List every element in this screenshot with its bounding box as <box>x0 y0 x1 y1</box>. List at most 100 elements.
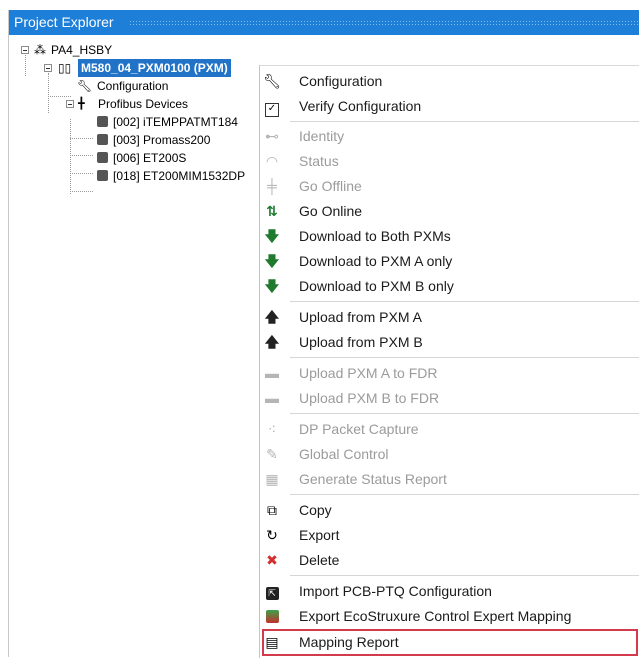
delete-icon: ✖ <box>266 552 278 568</box>
import-icon: ⇱ <box>260 579 284 604</box>
checkbox-icon: ✓ <box>260 94 284 119</box>
menu-item-upload-a[interactable]: 🡅 Upload from PXM A <box>260 305 639 330</box>
menu-item-generate-status-report[interactable]: ▦ Generate Status Report <box>260 467 639 492</box>
menu-item-label: Go Online <box>299 203 363 219</box>
menu-item-upload-b[interactable]: 🡅 Upload from PXM B <box>260 330 639 355</box>
menu-separator <box>290 575 639 576</box>
menu-item-label: Verify Configuration <box>299 98 422 114</box>
context-menu: 🔧︎ Configuration ✓ Verify Configuration … <box>259 65 639 658</box>
controller-icon: ▯▯ <box>58 61 72 75</box>
menu-item-label: Download to PXM A only <box>299 253 453 269</box>
tree-node-label: Profibus Devices <box>98 97 189 111</box>
tree-node-label: Configuration <box>97 79 169 93</box>
menu-item-label: Configuration <box>299 73 383 89</box>
menu-item-export[interactable]: ↻ Export <box>260 523 639 548</box>
menu-item-label: Go Offline <box>299 178 362 194</box>
tree-node-label: PA4_HSBY <box>51 43 113 57</box>
collapse-toggle-icon[interactable] <box>44 64 52 72</box>
tree-line <box>70 155 93 156</box>
export-icon: ↻ <box>266 527 278 543</box>
mapping-report-highlight <box>262 629 638 656</box>
menu-item-identity[interactable]: ⊷ Identity <box>260 124 639 149</box>
tree-node-label: [002] iTEMPPATMT184 <box>113 115 238 129</box>
go-offline-icon: ╪ <box>267 178 277 194</box>
network-icon: ⁂ <box>34 43 46 57</box>
upload-arrow-icon: 🡅 <box>264 334 280 350</box>
fdr-icon: ▬ <box>265 365 279 381</box>
tree-node-label: [006] ET200S <box>113 151 187 165</box>
menu-item-label: Status <box>299 153 339 169</box>
menu-item-label: Upload PXM B to FDR <box>299 390 440 406</box>
panel-title: Project Explorer <box>14 14 114 30</box>
collapse-toggle-icon[interactable] <box>21 46 29 54</box>
tree-line <box>48 96 71 97</box>
menu-item-label: Download to Both PXMs <box>299 228 451 244</box>
menu-separator <box>290 301 639 302</box>
report-icon: ▦ <box>265 471 279 487</box>
menu-item-download-b[interactable]: 🡇 Download to PXM B only <box>260 274 639 299</box>
tree-line <box>70 138 93 139</box>
menu-separator <box>290 494 639 495</box>
menu-item-global-control[interactable]: ✎ Global Control <box>260 442 639 467</box>
tree-node-label: [018] ET200MIM1532DP <box>113 169 246 183</box>
menu-item-go-offline[interactable]: ╪ Go Offline <box>260 174 639 199</box>
menu-item-dp-packet-capture[interactable]: ⁖ DP Packet Capture <box>260 417 639 442</box>
upload-arrow-icon: 🡅 <box>264 309 280 325</box>
menu-item-label: Global Control <box>299 446 389 462</box>
packet-capture-icon: ⁖ <box>267 421 277 437</box>
menu-item-status[interactable]: ◠ Status <box>260 149 639 174</box>
device-icon <box>97 170 108 181</box>
menu-item-label: DP Packet Capture <box>299 421 419 437</box>
menu-item-label: Upload from PXM B <box>299 334 423 350</box>
global-control-icon: ✎ <box>266 446 278 462</box>
menu-item-upload-b-fdr[interactable]: ▬ Upload PXM B to FDR <box>260 386 639 411</box>
device-icon <box>97 134 108 145</box>
collapse-toggle-icon[interactable] <box>66 100 74 108</box>
tree-line <box>70 191 93 192</box>
menu-item-go-online[interactable]: ⇅ Go Online <box>260 199 639 224</box>
tree-line <box>25 55 26 76</box>
menu-item-label: Import PCB-PTQ Configuration <box>299 583 492 599</box>
go-online-icon: ⇅ <box>266 203 278 219</box>
tree-line <box>48 73 49 113</box>
menu-item-copy[interactable]: ⧉ Copy <box>260 498 639 523</box>
tree-node-device[interactable]: [018] ET200MIM1532DP <box>97 167 245 185</box>
copy-icon: ⧉ <box>267 502 277 518</box>
device-icon <box>97 152 108 163</box>
menu-item-upload-a-fdr[interactable]: ▬ Upload PXM A to FDR <box>260 361 639 386</box>
menu-item-label: Download to PXM B only <box>299 278 454 294</box>
menu-item-import-pcb-ptq[interactable]: ⇱ Import PCB-PTQ Configuration <box>260 579 639 604</box>
menu-item-export-mapping[interactable]: Export EcoStruxure Control Expert Mappin… <box>260 604 639 629</box>
tree-node-device[interactable]: [003] Promass200 <box>97 131 210 149</box>
menu-item-label: Copy <box>299 502 332 518</box>
status-icon: ◠ <box>265 153 279 169</box>
menu-item-delete[interactable]: ✖ Delete <box>260 548 639 573</box>
menu-item-configuration[interactable]: 🔧︎ Configuration <box>260 69 639 94</box>
bus-icon: ╋ <box>78 98 85 110</box>
export-mapping-icon <box>260 604 284 629</box>
menu-separator <box>290 357 639 358</box>
fdr-icon: ▬ <box>265 390 279 406</box>
wrench-icon: 🔧︎ <box>263 73 281 89</box>
tree-node-device[interactable]: [002] iTEMPPATMT184 <box>97 113 238 131</box>
titlebar-grip <box>129 20 639 25</box>
menu-item-label: Export EcoStruxure Control Expert Mappin… <box>299 608 572 624</box>
menu-item-label: Export <box>299 527 340 543</box>
panel-titlebar: Project Explorer <box>9 10 639 35</box>
menu-item-label: Upload from PXM A <box>299 309 422 325</box>
wrench-icon: 🔧︎ <box>77 79 93 93</box>
tree-line <box>70 119 71 194</box>
tree-node-device[interactable]: [006] ET200S <box>97 149 186 167</box>
download-arrow-icon: 🡇 <box>264 228 280 244</box>
device-icon <box>97 116 108 127</box>
tree-node-label-selected: M580_04_PXM0100 (PXM) <box>78 59 231 77</box>
menu-item-download-a[interactable]: 🡇 Download to PXM A only <box>260 249 639 274</box>
menu-item-label: Identity <box>299 128 345 144</box>
tree-node-label: [003] Promass200 <box>113 133 211 147</box>
menu-separator <box>290 121 639 122</box>
menu-item-verify-configuration[interactable]: ✓ Verify Configuration <box>260 94 639 119</box>
menu-item-label: Upload PXM A to FDR <box>299 365 438 381</box>
download-arrow-icon: 🡇 <box>264 253 280 269</box>
tree-line <box>70 173 93 174</box>
menu-item-download-both[interactable]: 🡇 Download to Both PXMs <box>260 224 639 249</box>
